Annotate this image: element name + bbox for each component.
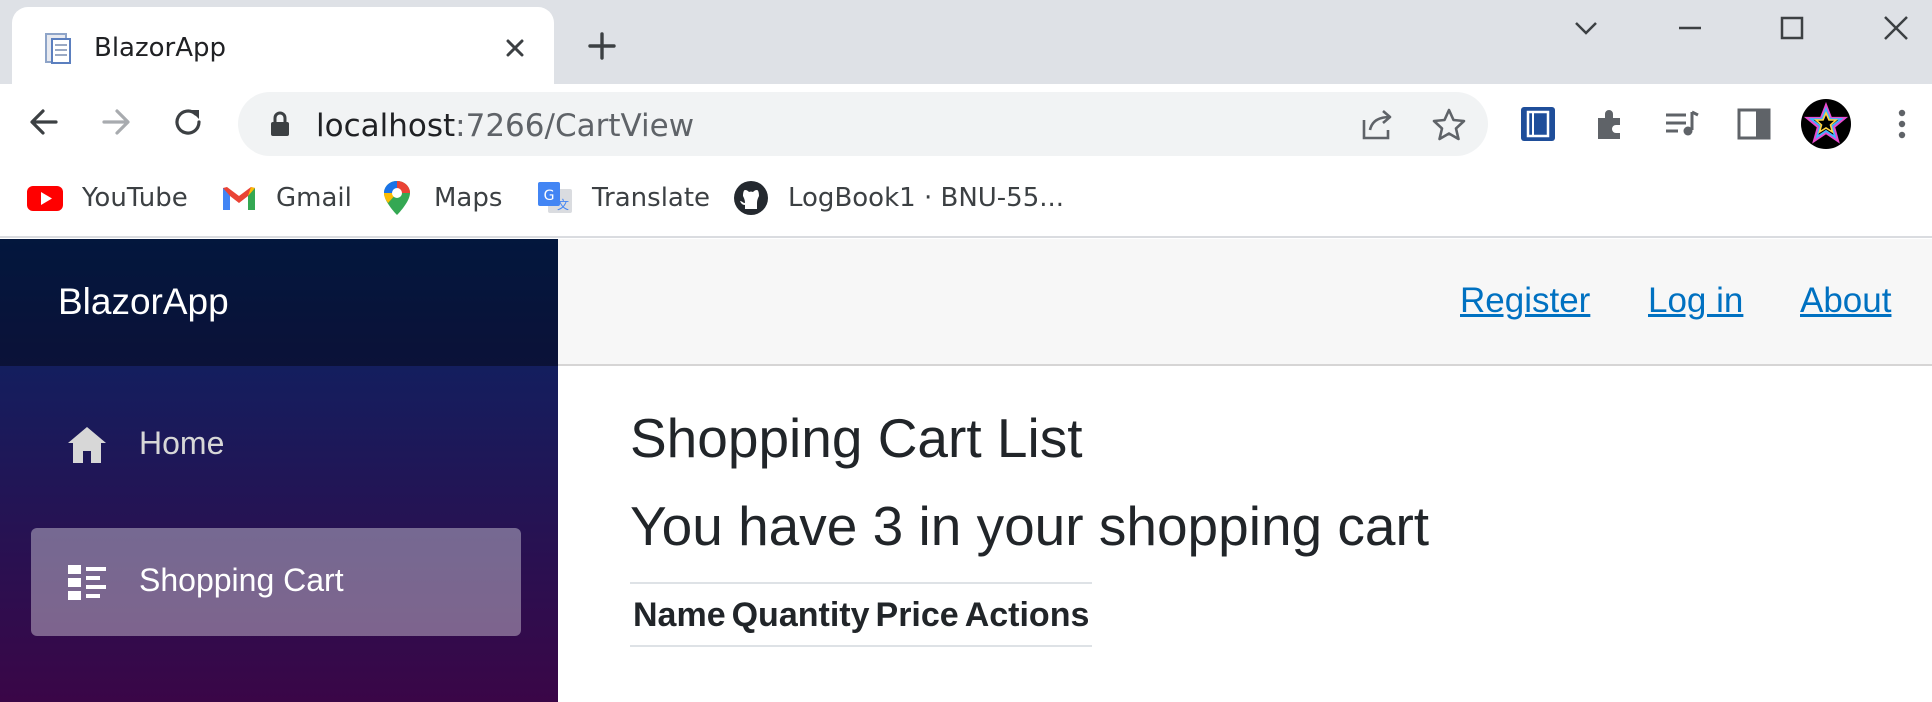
about-link[interactable]: About bbox=[1800, 281, 1891, 321]
address-bar[interactable]: localhost:7266/CartView bbox=[238, 92, 1488, 156]
menu-dots-icon[interactable] bbox=[1882, 104, 1922, 144]
browser-tab[interactable]: BlazorApp bbox=[12, 7, 554, 84]
bookmark-maps[interactable]: Maps bbox=[378, 178, 502, 218]
register-link[interactable]: Register bbox=[1460, 281, 1590, 321]
profile-avatar[interactable] bbox=[1800, 98, 1852, 150]
bookmark-label: Maps bbox=[434, 183, 503, 213]
app-brand[interactable]: BlazorApp bbox=[58, 281, 229, 323]
url-path: :7266/CartView bbox=[455, 108, 695, 144]
cart-table: Name Quantity Price Actions bbox=[630, 582, 1093, 647]
cart-count-heading: You have 3 in your shopping cart bbox=[630, 495, 1430, 557]
nav-item-home[interactable]: Home bbox=[31, 391, 521, 499]
list-icon bbox=[68, 565, 106, 600]
svg-text:G: G bbox=[544, 188, 555, 204]
page-icon bbox=[45, 33, 71, 64]
translate-icon: G 文 bbox=[538, 182, 572, 213]
tab-search-chevron-icon[interactable] bbox=[1566, 8, 1606, 48]
share-icon[interactable] bbox=[1358, 106, 1396, 144]
youtube-icon bbox=[27, 186, 63, 211]
column-header-actions: Actions bbox=[964, 596, 1090, 634]
column-header-quantity: Quantity bbox=[731, 596, 870, 634]
github-icon bbox=[734, 181, 768, 215]
new-tab-icon[interactable] bbox=[584, 28, 620, 64]
media-control-icon[interactable] bbox=[1662, 104, 1702, 144]
bookmark-label: LogBook1 · BNU-55... bbox=[788, 183, 1065, 213]
reading-extension-icon[interactable] bbox=[1518, 104, 1558, 144]
url-text: localhost:7266/CartView bbox=[316, 108, 694, 144]
login-link[interactable]: Log in bbox=[1648, 281, 1743, 321]
side-panel-icon[interactable] bbox=[1734, 104, 1774, 144]
page-title: Shopping Cart List bbox=[630, 407, 1083, 469]
url-host: localhost bbox=[316, 108, 456, 144]
close-icon[interactable] bbox=[500, 33, 530, 63]
bookmark-youtube[interactable]: YouTube bbox=[26, 178, 188, 218]
bookmark-translate[interactable]: G 文 Translate bbox=[536, 178, 710, 218]
bookmark-label: Translate bbox=[592, 183, 711, 213]
nav-label: Home bbox=[139, 425, 225, 461]
back-icon[interactable] bbox=[24, 102, 64, 142]
svg-text:文: 文 bbox=[557, 197, 569, 212]
minimize-icon[interactable] bbox=[1670, 8, 1710, 48]
column-header-name: Name bbox=[633, 596, 726, 634]
maps-icon bbox=[384, 181, 410, 215]
column-header-price: Price bbox=[875, 596, 959, 634]
browser-tab-strip: BlazorApp bbox=[0, 0, 1932, 84]
sidebar: BlazorApp Home Shopping Cart bbox=[0, 239, 558, 702]
brand-bar: BlazorApp bbox=[0, 239, 558, 366]
bookmarks-bar: YouTube Gmail Maps G 文 Translate LogBook… bbox=[0, 164, 1932, 238]
bookmark-label: YouTube bbox=[82, 183, 188, 213]
home-icon bbox=[68, 427, 106, 463]
bookmark-label: Gmail bbox=[276, 183, 352, 213]
star-icon[interactable] bbox=[1430, 106, 1468, 144]
bookmark-gmail[interactable]: Gmail bbox=[220, 178, 352, 218]
top-row: Register Log in About bbox=[558, 239, 1932, 366]
nav-label: Shopping Cart bbox=[139, 562, 344, 598]
app-viewport: BlazorApp Home Shopping Cart Register Lo… bbox=[0, 239, 1932, 702]
browser-toolbar: localhost:7266/CartView bbox=[0, 84, 1932, 164]
extensions-icon[interactable] bbox=[1590, 104, 1630, 144]
gmail-icon bbox=[223, 187, 255, 210]
tab-title: BlazorApp bbox=[94, 33, 227, 63]
bookmark-github[interactable]: LogBook1 · BNU-55... bbox=[732, 178, 1064, 218]
forward-icon[interactable] bbox=[96, 102, 136, 142]
window-close-icon[interactable] bbox=[1876, 8, 1916, 48]
reload-icon[interactable] bbox=[168, 102, 208, 142]
table-header-row: Name Quantity Price Actions bbox=[630, 583, 1092, 646]
nav-item-shopping-cart[interactable]: Shopping Cart bbox=[31, 528, 521, 636]
lock-icon[interactable] bbox=[268, 110, 292, 138]
maximize-icon[interactable] bbox=[1772, 8, 1812, 48]
